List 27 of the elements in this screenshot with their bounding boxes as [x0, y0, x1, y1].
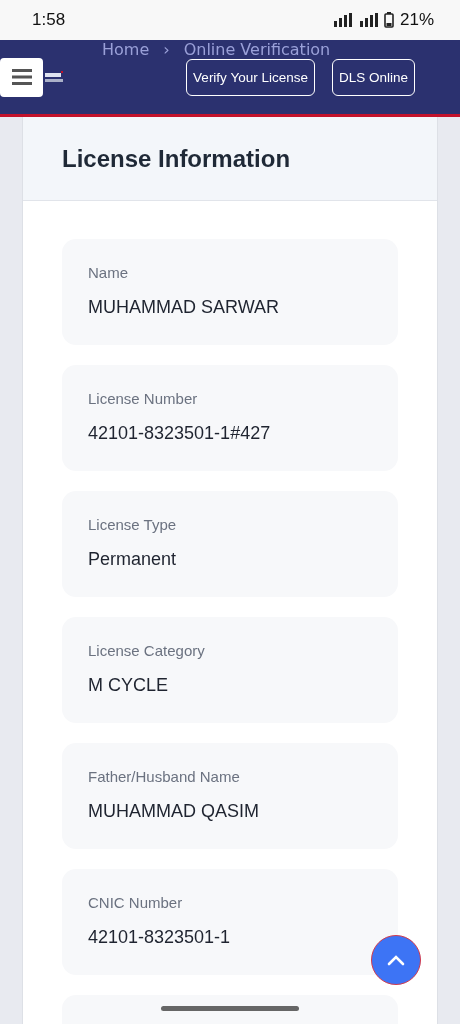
field-label: Father/Husband Name — [88, 768, 241, 785]
field-label: License Category — [88, 642, 206, 659]
menu-button[interactable] — [0, 57, 43, 97]
section-title: License Information — [62, 144, 291, 173]
field-value: Permanent — [88, 549, 178, 570]
breadcrumb-text: › — [163, 41, 170, 58]
clock-time: 1:58 — [32, 10, 66, 30]
logo-icon — [45, 70, 63, 84]
field-label: License Number — [88, 390, 199, 407]
nav-button[interactable]: DLS Online — [331, 58, 415, 96]
field-value: MUHAMMAD SARWAR — [88, 297, 280, 318]
battery-percent: 21% — [399, 10, 434, 30]
field-value: 42101-8323501-1 — [88, 927, 232, 948]
signal-icon — [331, 13, 352, 27]
field-value: M CYCLE — [88, 675, 169, 696]
battery-icon — [383, 12, 394, 28]
chevron-up-icon — [387, 954, 405, 966]
nav-button[interactable]: Verify Your License — [186, 58, 315, 96]
menu-icon — [11, 69, 32, 85]
field-value: MUHAMMAD QASIM — [88, 801, 260, 822]
field-label: License Type — [88, 516, 178, 533]
breadcrumb-text[interactable]: Online Verification — [183, 41, 331, 58]
field-value: 42101-8323501-1#427 — [88, 423, 272, 444]
field-label: Name — [88, 264, 129, 281]
field-label: CNIC Number — [88, 894, 184, 911]
breadcrumb-text[interactable]: Home — [102, 41, 150, 58]
signal-icon — [357, 13, 378, 27]
